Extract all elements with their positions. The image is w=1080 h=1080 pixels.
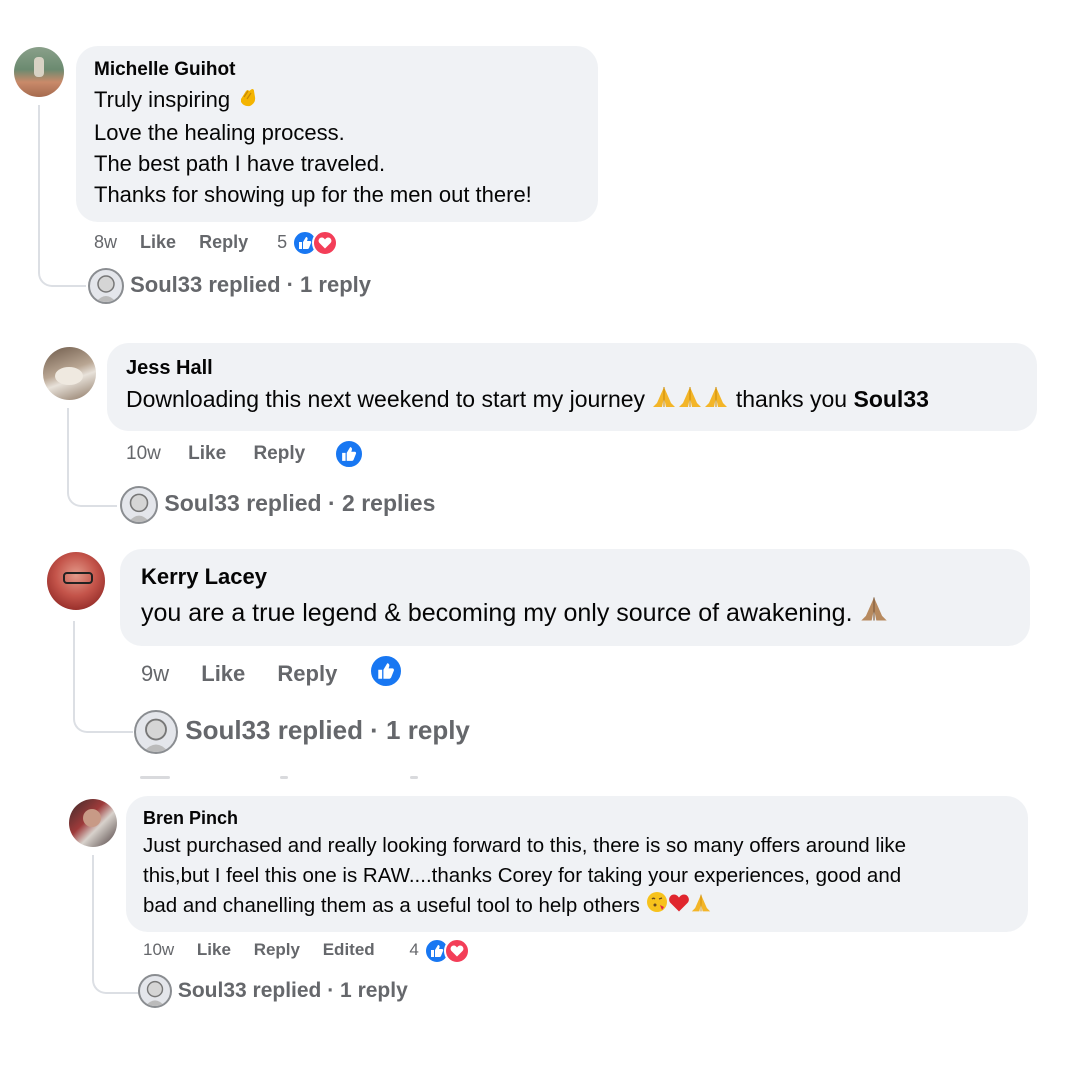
reaction-count[interactable]: 5 (277, 229, 287, 255)
replied-text[interactable]: Soul33 replied · 1 reply (178, 979, 408, 1002)
comment-bubble: Jess Hall Downloading this next weekend … (107, 343, 1037, 431)
comment-text: bad and chanelling them as a useful tool… (143, 894, 640, 917)
mention-link[interactable]: Soul33 (853, 386, 928, 412)
timestamp[interactable]: 8w (94, 229, 117, 255)
divider (410, 776, 418, 779)
divider (140, 776, 170, 779)
timestamp[interactable]: 9w (141, 656, 169, 692)
like-reaction-icon[interactable] (334, 439, 365, 469)
comment-text: Love the healing process. (94, 120, 345, 146)
comment-meta: 8w Like Reply 5 (94, 229, 339, 257)
comment-bubble: Michelle Guihot Truly inspiring Love the… (76, 46, 598, 222)
comment-bubble: Kerry Lacey you are a true legend & beco… (120, 549, 1030, 646)
comment-author[interactable]: Michelle Guihot (94, 59, 580, 81)
avatar (88, 268, 124, 305)
red-heart-icon (668, 892, 690, 922)
view-replies-link[interactable]: Soul33 replied · 2 replies (120, 483, 435, 524)
reply-button[interactable]: Reply (254, 938, 300, 962)
like-reaction-icon[interactable] (369, 654, 404, 689)
avatar[interactable] (69, 799, 117, 847)
comment-meta: 10w Like Reply Edited 4 (143, 938, 470, 964)
reply-button[interactable]: Reply (277, 656, 337, 692)
folded-hands-icon (703, 384, 729, 418)
comment-text: Downloading this next weekend to start m… (126, 386, 646, 412)
replied-text[interactable]: Soul33 replied · 1 reply (130, 272, 371, 297)
thread-connector (67, 408, 117, 507)
timestamp[interactable]: 10w (143, 938, 174, 962)
comment-author[interactable]: Jess Hall (126, 356, 1019, 380)
avatar (134, 710, 178, 755)
folded-hands-icon (677, 384, 703, 418)
replied-text[interactable]: Soul33 replied · 1 reply (185, 715, 470, 745)
avatar[interactable] (14, 47, 64, 97)
comment-bubble: Bren Pinch Just purchased and really loo… (126, 796, 1028, 932)
view-replies-link[interactable]: Soul33 replied · 1 reply (138, 973, 408, 1009)
love-reaction-icon[interactable] (312, 230, 339, 257)
view-replies-link[interactable]: Soul33 replied · 1 reply (134, 707, 470, 755)
divider (280, 776, 288, 779)
face-blowing-kiss-icon (646, 891, 668, 922)
comment-author[interactable]: Bren Pinch (143, 807, 1011, 829)
comment-text: you are a true legend & becoming my only… (141, 599, 853, 627)
comment-text: The best path I have traveled. (94, 151, 386, 177)
avatar[interactable] (43, 347, 96, 400)
folded-hands-icon (690, 892, 712, 922)
comment-author[interactable]: Kerry Lacey (141, 564, 1009, 590)
comment-text: thanks you (735, 386, 848, 412)
avatar[interactable] (47, 552, 105, 610)
avatar (138, 974, 172, 1009)
comment-text: Thanks for showing up for the men out th… (94, 182, 532, 208)
like-button[interactable]: Like (188, 440, 226, 468)
like-button[interactable]: Like (140, 229, 176, 255)
like-button[interactable]: Like (201, 656, 245, 692)
avatar (120, 485, 158, 524)
reply-button[interactable]: Reply (253, 440, 305, 468)
clapping-hands-icon (236, 85, 260, 117)
comment-text: Just purchased and really looking forwar… (143, 834, 907, 857)
comment-text: Truly inspiring (94, 87, 231, 112)
folded-hands-icon (651, 384, 677, 418)
timestamp[interactable]: 10w (126, 440, 161, 468)
folded-hands-icon (859, 595, 889, 634)
comment-text: this,but I feel this one is RAW....thank… (143, 864, 902, 887)
comment-meta: 10w Like Reply (126, 439, 365, 469)
like-button[interactable]: Like (197, 938, 231, 962)
replied-text[interactable]: Soul33 replied · 2 replies (164, 490, 435, 516)
edited-label: Edited (322, 940, 375, 960)
comment-meta: 9w Like Reply (141, 654, 404, 692)
reply-button[interactable]: Reply (199, 229, 248, 255)
reaction-count[interactable]: 4 (409, 938, 418, 962)
love-reaction-icon[interactable] (443, 938, 470, 964)
view-replies-link[interactable]: Soul33 replied · 1 reply (88, 266, 371, 305)
